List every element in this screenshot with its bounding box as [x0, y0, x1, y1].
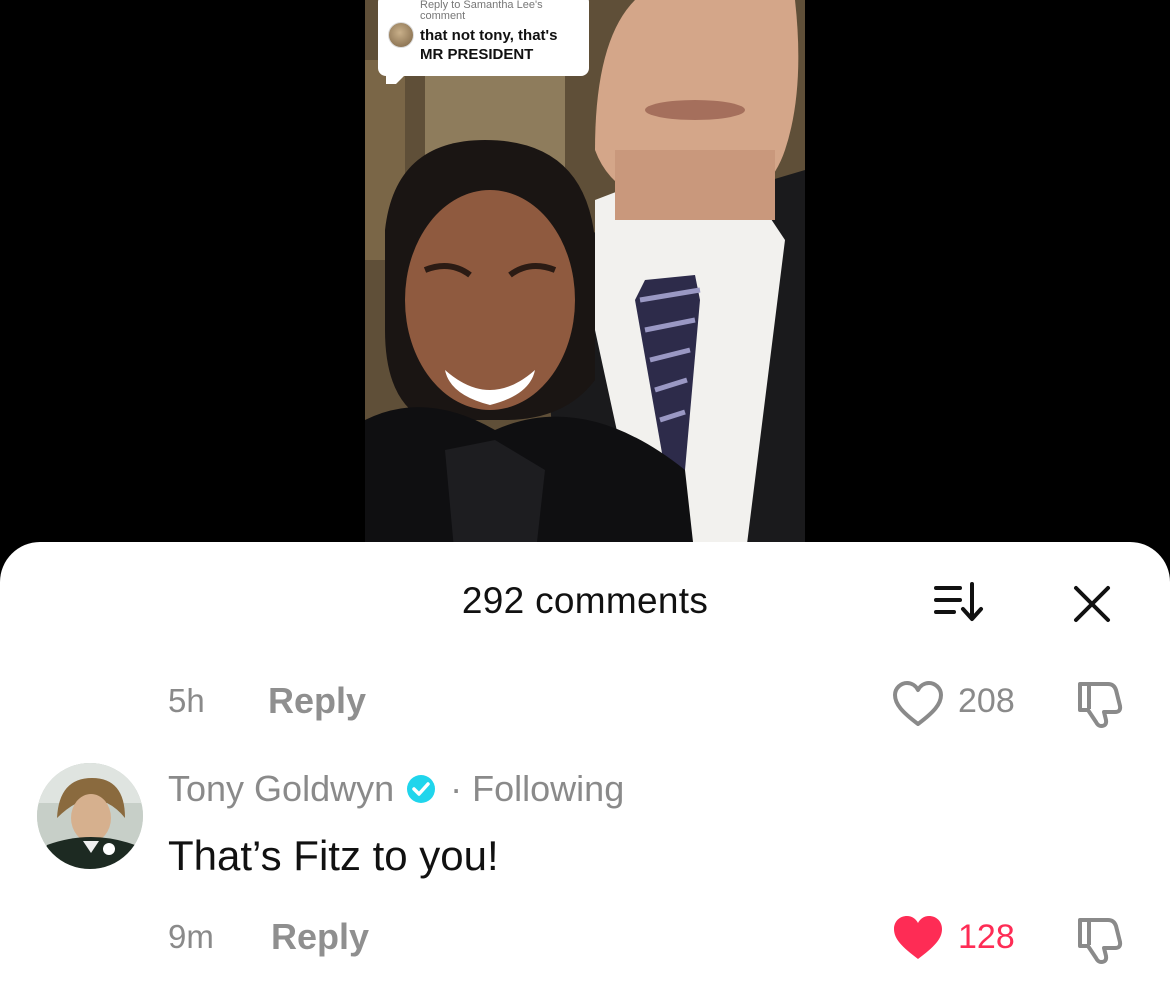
separator-dot: · [450, 768, 463, 809]
close-icon[interactable] [1068, 580, 1116, 628]
verified-badge-icon [407, 775, 436, 803]
avatar[interactable] [37, 763, 143, 869]
reply-context-bubble[interactable]: Reply to Samantha Lee's comment that not… [378, 0, 589, 84]
comment-time: 5h [168, 682, 205, 719]
heart-outline-icon[interactable] [892, 680, 944, 728]
thumbs-down-icon[interactable] [1072, 678, 1124, 730]
heart-filled-icon[interactable] [892, 914, 944, 962]
reply-context-header: Reply to Samantha Lee's comment [420, 0, 543, 22]
comment-action-row: 5h Reply 208 [0, 678, 1170, 738]
comment-author-name[interactable]: Tony Goldwyn [168, 768, 394, 809]
reply-context-avatar [388, 22, 414, 48]
thumbs-down-icon[interactable] [1072, 914, 1124, 966]
sort-icon[interactable] [930, 580, 990, 626]
avatar-image [37, 763, 143, 869]
following-label: Following [472, 768, 625, 809]
reply-button[interactable]: Reply [268, 680, 366, 722]
comment-time: 9m [168, 918, 214, 955]
video-frame[interactable] [365, 0, 805, 560]
comment-author-line: Tony Goldwyn · Following [168, 768, 624, 810]
reply-button[interactable]: Reply [271, 916, 369, 958]
comment-action-row: 9m Reply 128 [0, 914, 1170, 974]
comment-text: That’s Fitz to you! [168, 832, 499, 879]
comments-count-title: 292 comments [461, 580, 709, 621]
video-image [365, 0, 805, 560]
reply-context-text: that not tony, that's MR PRESIDENT [420, 27, 558, 63]
comments-sheet: 292 comments 5h Reply 208 Tony Goldwyn ·… [0, 542, 1170, 990]
like-count: 128 [958, 918, 1015, 956]
like-count: 208 [958, 682, 1015, 720]
